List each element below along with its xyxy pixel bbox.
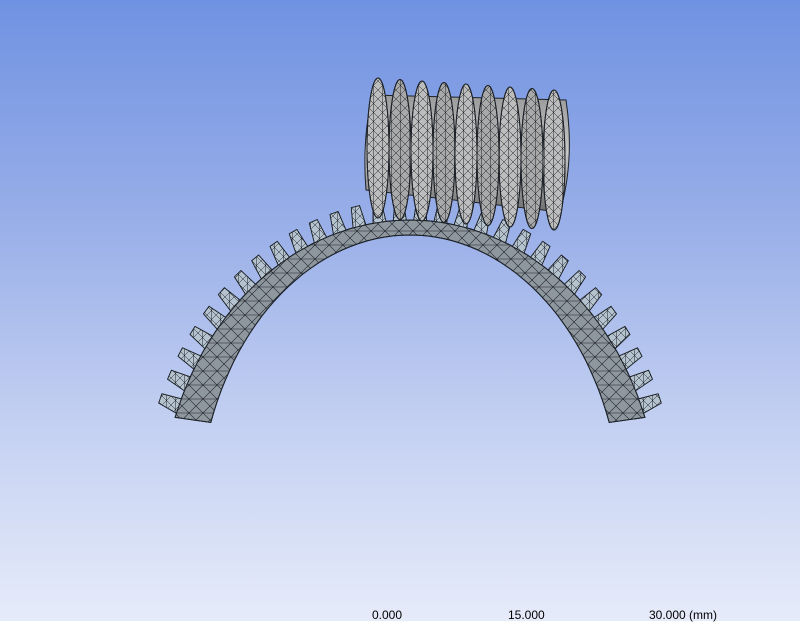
gear-tooth-mesh [329, 211, 347, 235]
scale-label-end: 30.000 (mm) [649, 608, 718, 622]
worm-thread-mesh [542, 89, 566, 231]
gear-ring-mesh [174, 219, 646, 424]
scale-label-mid: 15.000 [508, 608, 545, 622]
worm-thread-mesh [476, 85, 500, 226]
scale-label-start: 0.000 [372, 608, 403, 622]
worm-shaft [364, 77, 570, 231]
worm-thread-mesh [432, 82, 456, 223]
worm-thread-mesh [410, 80, 434, 222]
mesh-model[interactable] [0, 0, 800, 621]
worm-thread-mesh [498, 86, 522, 228]
gear-ring [158, 199, 662, 424]
gear-tooth-mesh [350, 205, 367, 229]
worm-thread-mesh [454, 83, 478, 225]
graphics-viewport[interactable]: 0.000 15.000 30.000 (mm) [0, 0, 800, 622]
worm-thread-mesh [366, 77, 390, 219]
worm-thread-mesh [520, 88, 544, 229]
worm-thread-mesh [388, 79, 412, 220]
